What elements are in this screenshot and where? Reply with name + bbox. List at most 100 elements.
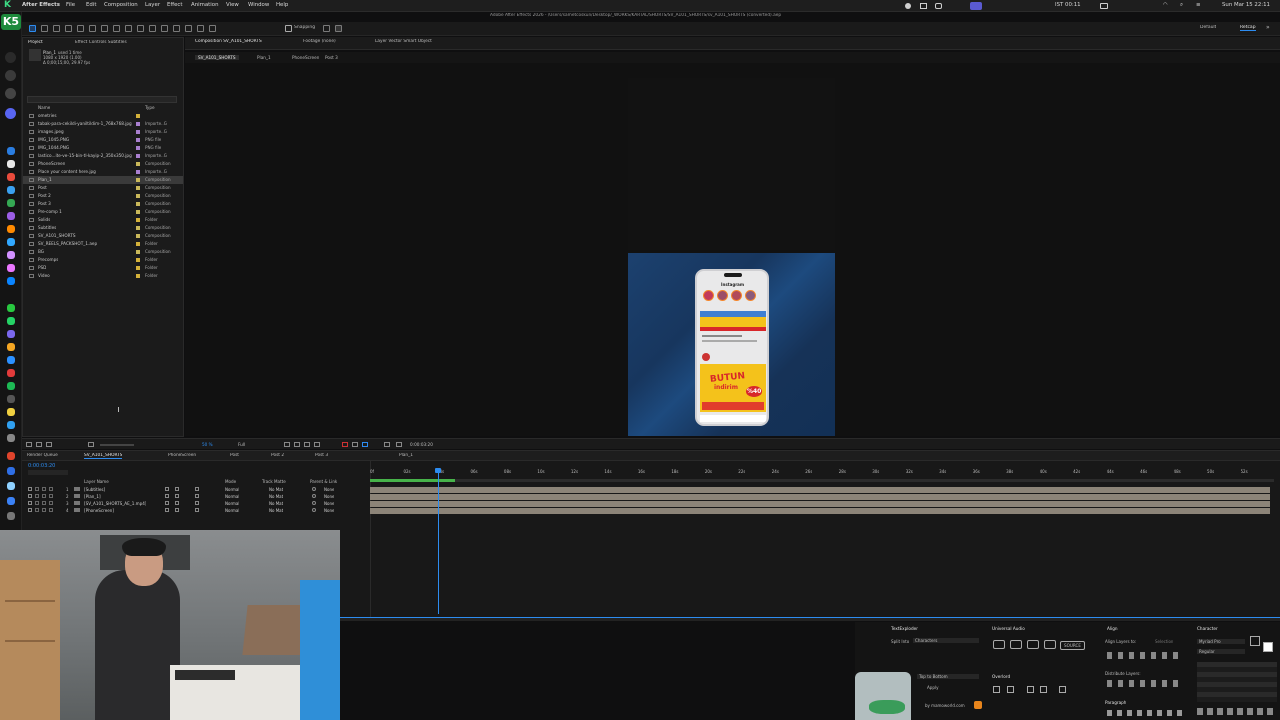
- layer-parent-select[interactable]: None: [324, 501, 334, 506]
- label-color-swatch[interactable]: [136, 218, 140, 222]
- grid-toggle-icon[interactable]: [284, 442, 290, 447]
- ua-trash-icon[interactable]: [1027, 640, 1039, 649]
- overlord-swap-icon[interactable]: [1059, 686, 1066, 693]
- mask-toggle-icon[interactable]: [294, 442, 300, 447]
- solo-icon[interactable]: [42, 508, 46, 512]
- avatar[interactable]: [5, 52, 16, 63]
- ua-power-icon[interactable]: [1010, 640, 1022, 649]
- app-icon-1[interactable]: [7, 160, 15, 168]
- ua-speaker-icon[interactable]: [993, 640, 1005, 649]
- time-ruler[interactable]: 0f02s04s06s08s10s12s14s16s18s20s22s24s26…: [370, 469, 1274, 479]
- project-item[interactable]: IMG_1044.PNG PNG file: [23, 144, 183, 152]
- label-color-swatch[interactable]: [136, 274, 140, 278]
- pan-tool-icon[interactable]: [77, 25, 84, 32]
- project-search-input[interactable]: [27, 96, 177, 103]
- menu-file[interactable]: File: [66, 2, 75, 8]
- battery-icon[interactable]: [1100, 3, 1108, 9]
- project-item[interactable]: Video Folder: [23, 272, 183, 280]
- order-select[interactable]: Top to Bottom: [917, 674, 979, 679]
- align-buttons[interactable]: [1107, 652, 1182, 659]
- collapse-switch-icon[interactable]: [175, 508, 179, 512]
- project-item[interactable]: tabak-para-cekildi-yaniltildim-1_768x768…: [23, 120, 183, 128]
- fx-switch-icon[interactable]: [195, 501, 199, 505]
- layer-mode-select[interactable]: Normal: [225, 508, 239, 513]
- new-comp-icon[interactable]: [46, 442, 52, 447]
- fill-color-swatch[interactable]: [1263, 642, 1273, 652]
- lock-icon[interactable]: [49, 508, 53, 512]
- column-type[interactable]: Type: [145, 105, 155, 110]
- label-color-swatch[interactable]: [136, 154, 140, 158]
- app-icon-4[interactable]: [7, 212, 15, 220]
- label-color-swatch[interactable]: [136, 202, 140, 206]
- pen-tool-icon[interactable]: [137, 25, 144, 32]
- orbit-tool-icon[interactable]: [65, 25, 72, 32]
- snap-options-icon[interactable]: [323, 25, 330, 32]
- lock-icon[interactable]: [49, 494, 53, 498]
- app-icon-3[interactable]: [7, 186, 15, 194]
- delete-icon[interactable]: [88, 442, 94, 447]
- paragraph-align-buttons[interactable]: [1107, 710, 1182, 716]
- lock-icon[interactable]: [49, 501, 53, 505]
- rectangle-tool-icon[interactable]: [125, 25, 132, 32]
- font-style-select[interactable]: Regular: [1197, 649, 1245, 654]
- label-color-swatch[interactable]: [136, 186, 140, 190]
- control-center-icon[interactable]: ≡: [1196, 2, 1201, 8]
- label-color-swatch[interactable]: [136, 242, 140, 246]
- avatar-3[interactable]: [5, 88, 16, 99]
- workspace-more-icon[interactable]: »: [1266, 24, 1270, 31]
- layer-row[interactable]: 2 [Plan_1] Normal No Mat None: [22, 493, 370, 500]
- fx-switch-icon[interactable]: [195, 508, 199, 512]
- menu-edit[interactable]: Edit: [86, 2, 96, 8]
- avatar-2[interactable]: [5, 70, 16, 81]
- project-item[interactable]: PhoneScreen Composition: [23, 160, 183, 168]
- project-item[interactable]: IMG_1045.PNG PNG file: [23, 136, 183, 144]
- project-item[interactable]: images.jpeg Importe..G: [23, 128, 183, 136]
- layer-duration-bar[interactable]: [370, 494, 1270, 500]
- overlord-pull-icon[interactable]: [1007, 686, 1014, 693]
- app-icon-8[interactable]: [7, 356, 15, 364]
- premiere-icon[interactable]: [7, 264, 15, 272]
- column-parent[interactable]: Parent & Link: [310, 479, 337, 484]
- character-properties[interactable]: [1197, 662, 1277, 702]
- label-color-swatch[interactable]: [136, 250, 140, 254]
- tab-plan-1[interactable]: Plan_1: [399, 453, 413, 458]
- layer-mode-select[interactable]: Normal: [225, 487, 239, 492]
- project-item[interactable]: lastico...ite-ve-15-bin-tl-kayip-2_350x3…: [23, 152, 183, 160]
- messages-icon[interactable]: [7, 304, 15, 312]
- zoom-select[interactable]: 50 %: [202, 442, 213, 447]
- notes-icon[interactable]: [7, 408, 15, 416]
- app-icon-5[interactable]: [7, 277, 15, 285]
- shy-switch-icon[interactable]: [165, 501, 169, 505]
- selection-tool-icon[interactable]: [29, 25, 36, 32]
- layer-name[interactable]: [PhoneScreen]: [84, 508, 114, 513]
- menu-layer[interactable]: Layer: [145, 2, 160, 8]
- layer-name[interactable]: [SV_A101_SHORTS_AE_1.mp4]: [84, 501, 146, 506]
- puppet-tool-icon[interactable]: [209, 25, 216, 32]
- current-time[interactable]: 0:00:03:20: [28, 463, 55, 469]
- ua-source-button[interactable]: SOURCE: [1060, 641, 1085, 650]
- mamoworld-icon[interactable]: [974, 701, 982, 709]
- label-color-swatch[interactable]: [136, 210, 140, 214]
- composition-canvas[interactable]: Instagram BUTUN indirim %40: [628, 253, 835, 436]
- project-item[interactable]: Subtitles Composition: [23, 224, 183, 232]
- layer-duration-bar[interactable]: [370, 487, 1270, 493]
- text-tool-icon[interactable]: [149, 25, 156, 32]
- layer-mode-select[interactable]: Normal: [225, 501, 239, 506]
- chrome-icon[interactable]: [7, 199, 15, 207]
- zoom-tool-icon[interactable]: [53, 25, 60, 32]
- tab-sv-a101-shorts[interactable]: SV_A101_SHORTS: [84, 453, 123, 459]
- status-record-icon[interactable]: [905, 3, 911, 9]
- rotate-tool-icon[interactable]: [101, 25, 108, 32]
- mamoworld-credit[interactable]: by mamoworld.com: [925, 703, 965, 708]
- label-color-swatch[interactable]: [136, 138, 140, 142]
- breadcrumb-item[interactable]: PhoneScreen: [292, 55, 319, 60]
- layer-parent-select[interactable]: None: [324, 494, 334, 499]
- eye-icon[interactable]: [28, 487, 32, 491]
- audio-icon[interactable]: [35, 501, 39, 505]
- app-icon-12[interactable]: [7, 452, 15, 460]
- solo-icon[interactable]: [42, 494, 46, 498]
- menu-view[interactable]: View: [226, 2, 239, 8]
- layer-parent-select[interactable]: None: [324, 508, 334, 513]
- solo-icon[interactable]: [42, 487, 46, 491]
- overlord-push-icon[interactable]: [993, 686, 1000, 693]
